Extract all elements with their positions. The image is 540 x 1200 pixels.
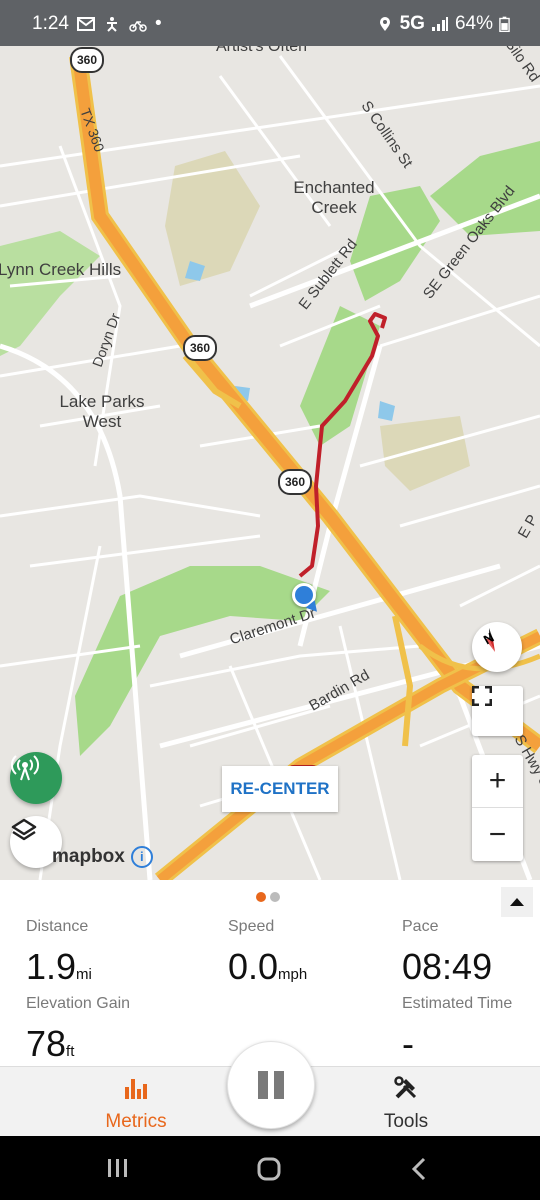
speed-value-wrap: 0.0mph — [228, 946, 307, 988]
battery-percent: 64% — [454, 13, 493, 34]
highway-shield: 360 — [278, 469, 312, 495]
fullscreen-icon — [472, 686, 492, 706]
elevation-value-wrap: 78ft — [26, 1023, 130, 1065]
accessibility-icon — [106, 17, 117, 32]
pace-metric: Pace 08:49 — [402, 918, 492, 988]
network-label: 5G — [399, 13, 425, 34]
zoom-in-button[interactable]: + — [472, 755, 523, 808]
tab-metrics-label: Metrics — [105, 1111, 167, 1132]
tab-tools[interactable]: Tools — [366, 1075, 446, 1133]
map-view[interactable]: Artist's Often S Collins St Silo Rd TX 3… — [0, 46, 540, 880]
zoom-control: + − — [472, 755, 523, 861]
info-icon[interactable]: i — [130, 846, 153, 868]
expand-panel-button[interactable] — [501, 887, 533, 917]
layers-icon — [11, 818, 37, 841]
back-button[interactable] — [408, 1156, 432, 1182]
home-button[interactable] — [256, 1156, 282, 1182]
pause-icon — [258, 1071, 284, 1099]
bar-chart-icon — [125, 1079, 147, 1099]
broadcast-icon — [10, 755, 40, 781]
map-label-lake-parks: Lake Parks West — [59, 392, 145, 431]
live-share-button[interactable] — [10, 752, 62, 804]
status-time: 1:24 — [32, 13, 69, 34]
compass-button[interactable]: N — [472, 622, 522, 672]
tools-icon — [394, 1076, 417, 1099]
map-label-lynn-creek: Lynn Creek Hills — [0, 260, 122, 279]
tab-tools-label: Tools — [383, 1111, 429, 1132]
distance-metric: Distance 1.9mi — [26, 918, 92, 988]
mail-icon — [76, 17, 95, 31]
fullscreen-button[interactable] — [472, 686, 523, 736]
page-indicator — [256, 892, 280, 902]
zoom-out-button[interactable]: − — [472, 808, 523, 861]
home-icon — [257, 1157, 281, 1181]
elevation-unit: ft — [66, 1043, 75, 1060]
elevation-metric: Elevation Gain 78ft — [26, 995, 130, 1065]
mapbox-logo: mapbox — [52, 846, 125, 867]
estimated-time-value: - — [402, 1023, 414, 1064]
estimated-time-metric: Estimated Time - — [402, 995, 512, 1065]
pause-button[interactable] — [227, 1041, 315, 1129]
recent-apps-button[interactable] — [104, 1156, 132, 1180]
estimated-time-label: Estimated Time — [402, 995, 513, 1012]
cycling-icon — [129, 20, 147, 32]
map-label-artists: Artist's Often — [216, 46, 308, 55]
highway-shield: 360 — [70, 47, 104, 73]
caret-up-icon — [510, 898, 524, 906]
highway-shield: 360 — [183, 335, 217, 361]
elevation-value: 78 — [26, 1023, 67, 1064]
map-label-enchanted-creek: Enchanted Creek — [293, 178, 375, 217]
speed-metric: Speed 0.0mph — [228, 918, 307, 988]
recent-apps-icon — [108, 1159, 127, 1177]
distance-label: Distance — [26, 918, 89, 935]
recenter-button[interactable]: RE-CENTER — [222, 766, 338, 812]
speed-value: 0.0 — [228, 946, 279, 987]
status-bar: 1:24 • 5G 64% — [0, 0, 540, 46]
page-dot — [270, 892, 280, 902]
speed-unit: mph — [278, 966, 308, 983]
pace-value: 08:49 — [402, 946, 493, 987]
elevation-label: Elevation Gain — [26, 995, 131, 1012]
signal-icon — [431, 17, 448, 31]
metrics-panel: Distance 1.9mi Speed 0.0mph Pace 08:49 E… — [0, 880, 540, 1066]
pace-label: Pace — [402, 918, 439, 935]
battery-icon — [499, 16, 510, 33]
speed-label: Speed — [228, 918, 275, 935]
system-nav-bar — [0, 1136, 540, 1200]
distance-value: 1.9 — [26, 946, 77, 987]
page-dot-active — [256, 892, 266, 902]
location-icon — [379, 17, 390, 31]
distance-unit: mi — [76, 966, 92, 983]
distance-value-wrap: 1.9mi — [26, 946, 92, 988]
map-canvas — [0, 54, 540, 880]
mapbox-attribution[interactable]: mapbox i — [52, 846, 153, 868]
tab-metrics[interactable]: Metrics — [96, 1075, 176, 1133]
back-icon — [411, 1157, 426, 1181]
notification-dot-icon: • — [154, 13, 162, 34]
